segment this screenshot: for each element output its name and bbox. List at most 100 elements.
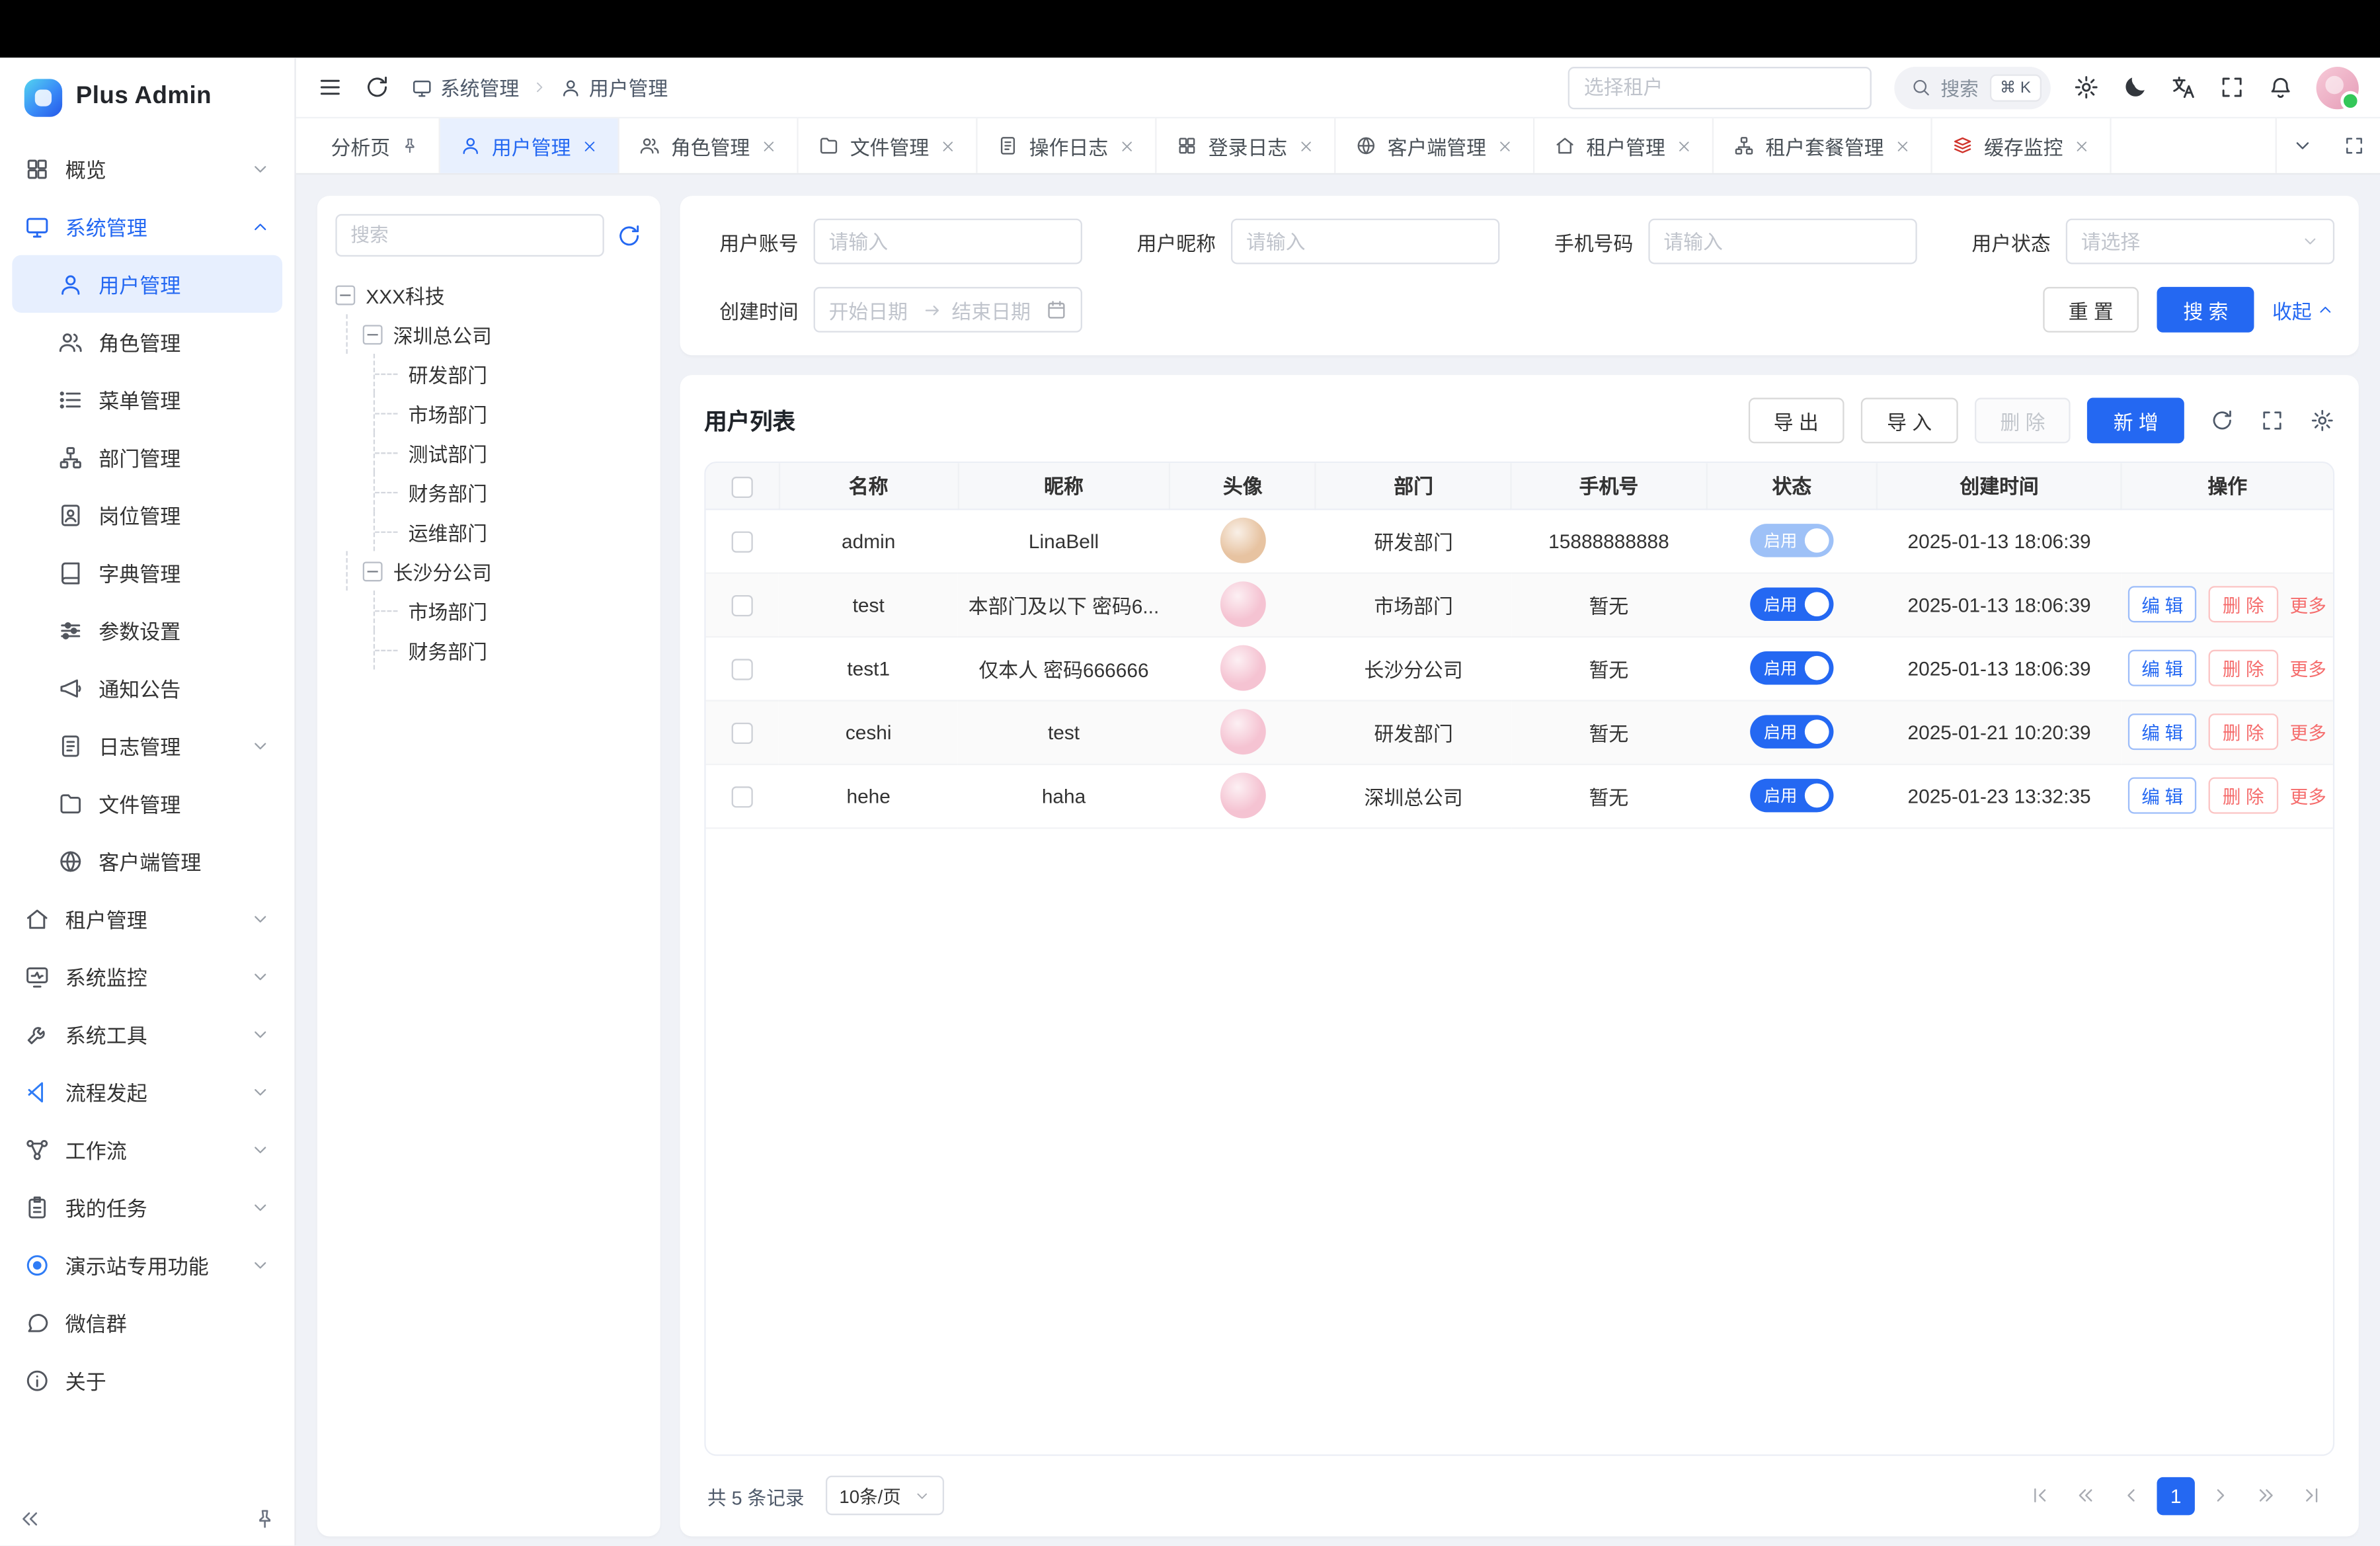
last-page-button[interactable] [2292, 1477, 2332, 1516]
pin-icon[interactable] [401, 137, 419, 155]
close-icon[interactable] [2074, 138, 2090, 154]
sidebar-item[interactable]: 租户管理 [12, 889, 282, 947]
sidebar-subitem[interactable]: 菜单管理 [12, 370, 282, 428]
row-delete-button[interactable]: 删 除 [2209, 778, 2278, 814]
notifications-icon[interactable] [2268, 75, 2293, 101]
close-icon[interactable] [1676, 138, 1692, 154]
close-icon[interactable] [760, 138, 777, 154]
more-button[interactable]: 更多 [2290, 655, 2326, 681]
close-icon[interactable] [1497, 138, 1513, 154]
current-page-button[interactable]: 1 [2157, 1477, 2195, 1515]
table-fullscreen-icon[interactable] [2260, 409, 2285, 433]
edit-button[interactable]: 编 辑 [2128, 778, 2197, 814]
dark-mode-icon[interactable] [2122, 75, 2148, 101]
tree-node[interactable]: 研发部门 [335, 354, 642, 393]
page-tab[interactable]: 缓存监控 [1932, 118, 2112, 173]
hamburger-menu-icon[interactable] [317, 75, 343, 101]
status-toggle[interactable]: 启用 [1750, 715, 1833, 749]
page-tab[interactable]: 操作日志 [978, 118, 1157, 173]
status-toggle[interactable]: 启用 [1750, 651, 1833, 685]
tree-node[interactable]: XXX科技 [335, 275, 642, 315]
filter-input[interactable] [1663, 230, 1901, 253]
sidebar-subitem[interactable]: 角色管理 [12, 313, 282, 370]
tree-node[interactable]: 财务部门 [335, 472, 642, 512]
tree-node[interactable]: 运维部门 [335, 512, 642, 551]
edit-button[interactable]: 编 辑 [2128, 650, 2197, 686]
row-checkbox[interactable] [732, 722, 753, 743]
tree-collapse-icon[interactable] [363, 561, 383, 581]
page-tab[interactable]: 文件管理 [799, 118, 978, 173]
row-checkbox[interactable] [732, 594, 753, 616]
row-checkbox[interactable] [732, 786, 753, 807]
tree-collapse-icon[interactable] [363, 324, 383, 344]
collapse-filters-link[interactable]: 收起 [2272, 296, 2334, 325]
app-logo[interactable]: Plus Admin [0, 58, 294, 136]
select-all-checkbox[interactable] [731, 476, 752, 497]
status-toggle[interactable]: 启用 [1750, 524, 1833, 557]
close-icon[interactable] [1895, 138, 1911, 154]
sidebar-subitem[interactable]: 客户端管理 [12, 832, 282, 889]
content-fullscreen-button[interactable] [2328, 118, 2380, 173]
sidebar-item[interactable]: 演示站专用功能 [12, 1236, 282, 1293]
export-button[interactable]: 导 出 [1748, 398, 1844, 444]
tree-node[interactable]: 市场部门 [335, 590, 642, 630]
close-icon[interactable] [581, 138, 598, 154]
filter-input[interactable] [829, 230, 1067, 253]
sidebar-item[interactable]: 微信群 [12, 1293, 282, 1351]
sidebar-subitem[interactable]: 参数设置 [12, 601, 282, 659]
reset-button[interactable]: 重 置 [2043, 287, 2139, 333]
more-button[interactable]: 更多 [2290, 719, 2326, 745]
page-tab[interactable]: 租户套餐管理 [1714, 118, 1932, 173]
column-settings-icon[interactable] [2310, 409, 2334, 433]
row-delete-button[interactable]: 删 除 [2209, 713, 2278, 750]
sidebar-item[interactable]: 流程发起 [12, 1063, 282, 1120]
sidebar-item[interactable]: 系统监控 [12, 948, 282, 1005]
page-size-select[interactable]: 10条/页 [826, 1477, 943, 1516]
tree-refresh-icon[interactable] [616, 222, 642, 248]
tab-list-dropdown-button[interactable] [2277, 118, 2328, 173]
jump-back-button[interactable] [2066, 1477, 2106, 1516]
row-delete-button[interactable]: 删 除 [2209, 586, 2278, 622]
close-icon[interactable] [1298, 138, 1314, 154]
settings-icon[interactable] [2073, 75, 2099, 101]
edit-button[interactable]: 编 辑 [2128, 586, 2197, 622]
row-checkbox[interactable] [732, 659, 753, 680]
sidebar-item[interactable]: 系统工具 [12, 1005, 282, 1063]
breadcrumb-item[interactable]: 用户管理 [560, 73, 668, 102]
jump-forward-button[interactable] [2246, 1477, 2286, 1516]
page-tab[interactable]: 租户管理 [1534, 118, 1714, 173]
first-page-button[interactable] [2020, 1477, 2060, 1516]
close-icon[interactable] [939, 138, 956, 154]
page-tab[interactable]: 登录日志 [1157, 118, 1336, 173]
tree-node[interactable]: 长沙分公司 [335, 551, 642, 590]
prev-page-button[interactable] [2112, 1477, 2151, 1516]
tree-node[interactable]: 市场部门 [335, 393, 642, 433]
more-button[interactable]: 更多 [2290, 783, 2326, 809]
filter-input[interactable] [1246, 230, 1484, 253]
sidebar-item[interactable]: 我的任务 [12, 1178, 282, 1236]
filter-input[interactable] [2081, 230, 2292, 253]
sidebar-subitem[interactable]: 岗位管理 [12, 486, 282, 544]
fullscreen-icon[interactable] [2219, 75, 2245, 101]
search-button[interactable]: 搜 索 [2157, 287, 2254, 333]
delete-button[interactable]: 删 除 [1974, 398, 2071, 444]
tenant-select-input[interactable] [1567, 66, 1871, 108]
next-page-button[interactable] [2201, 1477, 2241, 1516]
edit-button[interactable]: 编 辑 [2128, 713, 2197, 750]
language-icon[interactable] [2170, 75, 2196, 101]
sidebar-item-system[interactable]: 系统管理 [12, 197, 282, 255]
refresh-page-icon[interactable] [364, 75, 390, 101]
collapse-sidebar-button[interactable] [19, 1508, 41, 1530]
row-checkbox[interactable] [732, 531, 753, 552]
tree-node[interactable]: 测试部门 [335, 432, 642, 472]
tree-collapse-icon[interactable] [335, 284, 355, 304]
import-button[interactable]: 导 入 [1861, 398, 1958, 444]
page-tab[interactable]: 客户端管理 [1336, 118, 1535, 173]
tree-search-input[interactable] [335, 214, 604, 257]
page-tab[interactable]: 分析页 [311, 118, 440, 173]
sidebar-item[interactable]: 工作流 [12, 1120, 282, 1178]
row-delete-button[interactable]: 删 除 [2209, 650, 2278, 686]
sidebar-subitem[interactable]: 字典管理 [12, 544, 282, 601]
close-icon[interactable] [1119, 138, 1135, 154]
sidebar-item[interactable]: 关于 [12, 1351, 282, 1408]
